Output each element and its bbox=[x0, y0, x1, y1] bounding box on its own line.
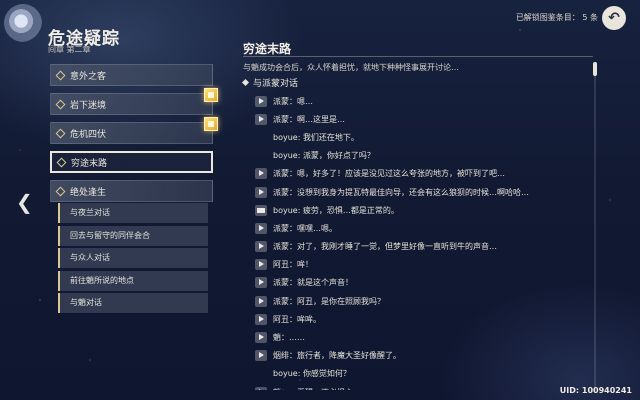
dialogue-text: 派蒙：嘿嘿…嗯。 bbox=[273, 223, 337, 233]
chapter-item[interactable]: 意外之客 bbox=[50, 64, 213, 86]
dialogue-text: 派蒙：就是这个声音！ bbox=[273, 278, 353, 288]
chapter-subtitle: 间章 第二章 bbox=[48, 45, 91, 54]
quest-marker-icon bbox=[204, 117, 218, 131]
chapter-label: 危机四伏 bbox=[70, 129, 107, 140]
title-divider bbox=[243, 56, 593, 57]
dialogue-text: 阿丑：哞哞。 bbox=[273, 314, 321, 324]
dialogue-lines: 派蒙：嗯… 派蒙：啊…这里是… boyue: 我们还在地下。 boyue: 派蒙，你好… bbox=[255, 92, 590, 390]
dialogue-line: 派蒙：嗯，好多了！应该是没见过这么夸张的地方，被吓到了吧… bbox=[255, 165, 590, 183]
scrollbar-thumb[interactable] bbox=[593, 62, 597, 76]
dialogue-line: 派蒙：嘿嘿…嗯。 bbox=[255, 219, 590, 237]
chapter-label: 意外之客 bbox=[70, 71, 107, 82]
dialogue-title: 穷途末路 bbox=[243, 42, 292, 56]
chapter-item[interactable]: 岩下迷境 bbox=[50, 88, 218, 115]
play-voice-button[interactable] bbox=[255, 113, 267, 125]
chapter-label: 岩下迷境 bbox=[70, 100, 107, 111]
chat-icon[interactable] bbox=[255, 204, 267, 216]
diamond-bullet-icon bbox=[241, 78, 250, 87]
dialogue-text: 派蒙：嗯… bbox=[273, 96, 313, 106]
play-voice-button[interactable] bbox=[255, 95, 267, 107]
dialogue-text: 阿丑：哞！ bbox=[273, 260, 313, 270]
chapter-item-selected[interactable]: 穷途末路 bbox=[50, 151, 213, 173]
quest-marker-icon bbox=[204, 88, 218, 102]
sub-quest-item[interactable]: 与夜兰对话 bbox=[58, 203, 208, 223]
dialogue-line: boyue: 我们还在地下。 bbox=[255, 128, 590, 146]
dialogue-line: 派蒙：对了，我刚才睡了一觉，但梦里好像一直听到牛的声音… bbox=[255, 238, 590, 256]
dialogue-line: 阿丑：哞哞。 bbox=[255, 310, 590, 328]
dialogue-line: 派蒙：啊…这里是… bbox=[255, 110, 590, 128]
chapter-label: 绝处逢生 bbox=[70, 187, 107, 198]
dialogue-text: 魈：…… bbox=[273, 333, 305, 343]
scrollbar-track[interactable] bbox=[594, 62, 596, 392]
dialogue-line: 派蒙：没想到我身为提瓦特最佳向导，还会有这么狼狈的时候…啊哈哈… bbox=[255, 183, 590, 201]
dialogue-text: 魈：…无碍，不必担心。 bbox=[273, 387, 361, 390]
sub-quest-list: 与夜兰对话 回去与留守的同伴会合 与众人对话 前往魈所说的地点 与魈对话 bbox=[58, 203, 208, 316]
dialogue-text: 烟绯：旅行者，降魔大圣好像醒了。 bbox=[273, 351, 401, 361]
dialogue-text: 派蒙：阿丑，是你在照顾我吗？ bbox=[273, 296, 385, 306]
quest-emblem-icon bbox=[4, 4, 42, 42]
dialogue-text: boyue: 你感觉如何？ bbox=[273, 369, 351, 379]
dialogue-line: boyue: 你感觉如何？ bbox=[255, 365, 590, 383]
chapter-item[interactable]: 危机四伏 bbox=[50, 117, 218, 144]
dialogue-line: 派蒙：就是这个声音！ bbox=[255, 274, 590, 292]
dialogue-text: 派蒙：啊…这里是… bbox=[273, 114, 345, 124]
dialogue-text: boyue: 派蒙，你好点了吗？ bbox=[273, 151, 375, 161]
diamond-icon bbox=[56, 157, 67, 167]
diamond-icon bbox=[55, 128, 66, 138]
dialogue-line: boyue: 派蒙，你好点了吗？ bbox=[255, 147, 590, 165]
play-voice-button[interactable] bbox=[255, 295, 267, 307]
dialogue-text: 派蒙：没想到我身为提瓦特最佳向导，还会有这么狼狈的时候…啊哈哈… bbox=[273, 187, 529, 197]
chapter-item[interactable]: 绝处逢生 bbox=[50, 180, 213, 202]
dialogue-text: boyue: 我们还在地下。 bbox=[273, 132, 359, 142]
play-voice-button[interactable] bbox=[255, 350, 267, 362]
dialogue-line: boyue: 疲劳，恐惧…都是正常的。 bbox=[255, 201, 590, 219]
dialogue-text: 派蒙：嗯，好多了！应该是没见过这么夸张的地方，被吓到了吧… bbox=[273, 169, 505, 179]
play-voice-button[interactable] bbox=[255, 277, 267, 289]
section-heading: 与派蒙对话 bbox=[241, 76, 299, 89]
sub-quest-item[interactable]: 前往魈所说的地点 bbox=[58, 270, 208, 291]
dialogue-description: 与魈成功会合后，众人怀着担忧，就地下种种怪事展开讨论… bbox=[243, 63, 459, 72]
play-voice-button[interactable] bbox=[255, 241, 267, 253]
dialogue-text: 派蒙：对了，我刚才睡了一觉，但梦里好像一直听到牛的声音… bbox=[273, 242, 497, 252]
chapter-label: 穷途末路 bbox=[71, 158, 108, 169]
dialogue-line: 魈：…… bbox=[255, 328, 590, 346]
diamond-icon bbox=[55, 70, 66, 80]
back-button[interactable]: ↶ bbox=[602, 6, 626, 30]
section-label: 与派蒙对话 bbox=[253, 79, 299, 89]
diamond-icon bbox=[55, 99, 66, 109]
dialogue-text: boyue: 疲劳，恐惧…都是正常的。 bbox=[273, 205, 399, 215]
play-voice-button[interactable] bbox=[255, 168, 267, 180]
play-voice-button[interactable] bbox=[255, 313, 267, 325]
play-voice-button[interactable] bbox=[255, 222, 267, 234]
dialogue-line: 派蒙：嗯… bbox=[255, 92, 590, 110]
dialogue-line: 烟绯：旅行者，降魔大圣好像醒了。 bbox=[255, 347, 590, 365]
dialogue-line: 魈：…无碍，不必担心。 bbox=[255, 383, 590, 390]
sub-quest-item[interactable]: 回去与留守的同伴会合 bbox=[58, 225, 208, 246]
play-voice-button[interactable] bbox=[255, 332, 267, 344]
unlocked-entries-count: 已解锁图鉴条目： 5 条 bbox=[515, 13, 598, 22]
dialogue-line: 阿丑：哞！ bbox=[255, 256, 590, 274]
chapter-list: 意外之客 岩下迷境 危机四伏 穷途末路 绝处逢生 bbox=[50, 64, 218, 209]
play-voice-button[interactable] bbox=[255, 186, 267, 198]
back-arrow-icon: ↶ bbox=[608, 10, 620, 26]
play-voice-button[interactable] bbox=[255, 259, 267, 271]
diamond-icon bbox=[55, 186, 66, 196]
play-voice-button[interactable] bbox=[255, 386, 267, 390]
chevron-left-icon[interactable]: ❮ bbox=[16, 190, 33, 214]
sub-quest-item[interactable]: 与众人对话 bbox=[58, 248, 208, 268]
sub-quest-item[interactable]: 与魈对话 bbox=[58, 293, 208, 313]
dialogue-line: 派蒙：阿丑，是你在照顾我吗？ bbox=[255, 292, 590, 310]
player-uid: UID: 100940241 bbox=[559, 386, 632, 395]
